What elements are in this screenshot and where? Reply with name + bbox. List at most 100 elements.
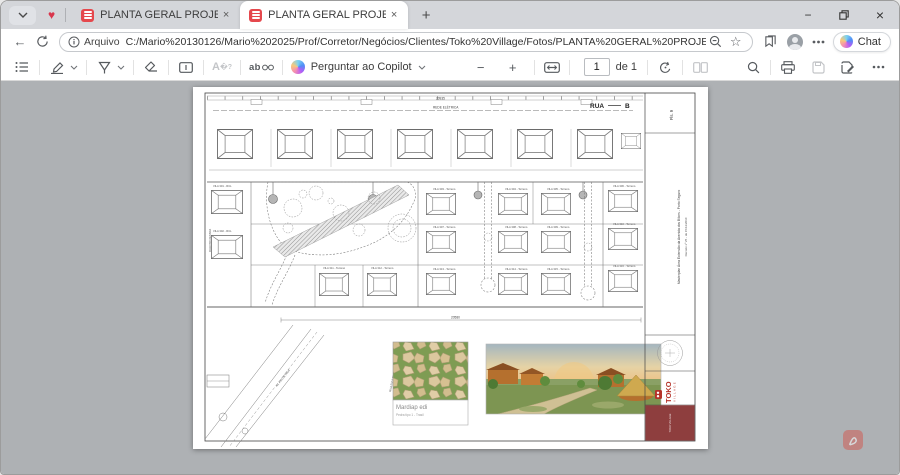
back-button[interactable]: ← [9,31,31,53]
house-symbol [211,190,242,213]
settings-menu-button[interactable] [807,31,831,53]
rotate-button[interactable] [654,56,676,78]
lot-label: VILA 310 - Terreno [613,222,636,226]
draw-dropdown-chevron[interactable] [115,65,127,70]
tab-close-icon[interactable]: × [386,7,402,23]
street-label-b: B [625,103,630,110]
acrobat-extension-badge[interactable] [843,430,863,450]
highlight-button[interactable] [46,56,68,78]
ask-copilot-button[interactable]: Perguntar ao Copilot [291,60,426,74]
tab-divider [65,8,66,22]
tree-symbol [584,243,592,251]
highlight-dropdown-chevron[interactable] [68,65,80,70]
read-aloud-button[interactable]: A�? [210,56,234,78]
zoom-in-button[interactable]: + [502,56,524,78]
window-controls: − × [795,1,893,29]
tab-active[interactable]: PLANTA GERAL PROJETO.pdf × [240,1,408,29]
toko-logo-sub: VILLAGE [672,381,676,402]
lot-label: VILA 302 - RCL [213,229,232,233]
copilot-chat-button[interactable]: Chat [833,32,891,52]
diagonal-roads [205,325,324,447]
restore-button[interactable] [831,4,857,26]
lot-label: VILA 316 - Terreno [613,264,636,268]
lot-label: VILA 306 - Terreno [613,184,636,188]
tree-symbol [388,214,416,242]
house-symbol [577,130,612,159]
house-symbol [277,130,312,159]
tab-close-icon[interactable]: × [218,7,234,23]
lot-label: VILA 304 - Terreno [505,187,528,191]
close-window-button[interactable]: × [867,4,893,26]
zoom-page-icon[interactable] [706,33,726,51]
lot-label: VILA 309 - Terreno [547,225,570,229]
lot-label: VILA 314 - Terreno [505,267,528,271]
tab-search-button[interactable] [9,6,36,25]
park-area [266,182,415,257]
collections-icon[interactable] [759,31,783,53]
house-symbol [457,130,492,159]
pdf-file-icon [249,9,262,22]
top-street: RUA B 20935 REDE ELÉTRICA [207,96,643,111]
copilot-dropdown-chevron[interactable] [418,65,426,70]
dimension-bottom: 20580 [451,316,460,320]
lot-label: VILA 311 - Terreno [323,266,346,270]
house-symbol [397,130,432,159]
erase-button[interactable] [140,56,162,78]
favorite-star-icon[interactable]: ☆ [726,33,746,51]
pdf-viewer-area[interactable]: RUA B 20935 REDE ELÉTRICA [1,81,899,474]
refresh-button[interactable] [31,31,53,53]
pdf-toolbar: A�? ab Perguntar ao Copilot − + de 1 [1,54,899,81]
page-view-button[interactable] [689,56,711,78]
pdf-file-icon [81,9,94,22]
lot-label: VILA 305 - Terreno [547,187,570,191]
tab-strip: ♥ PLANTA GERAL PROJETO.pdf × PLANTA GERA… [1,1,899,29]
pinned-tab-heart-icon[interactable]: ♥ [48,9,55,21]
diagonal-road-label: AV. PROJETADA [274,368,290,387]
add-text-button[interactable] [175,56,197,78]
minimize-button[interactable]: − [795,4,821,26]
house-symbol [337,130,372,159]
table-of-contents-button[interactable] [11,56,33,78]
house-symbol [498,273,527,294]
translate-button[interactable]: ab [247,56,276,78]
url-bar[interactable]: Arquivo C:/Mario%20130126/Mario%202025/P… [59,32,753,52]
save-button[interactable] [807,56,829,78]
titleblock-line2: Decreto nº 25 - de 15/12/2010 [684,217,688,256]
left-road-label: RUA PROJETADA [208,229,212,252]
house-symbol [608,190,637,211]
house-symbol [517,130,552,159]
zoom-out-button[interactable]: − [470,56,492,78]
print-button[interactable] [777,56,799,78]
tree-symbol [284,199,302,217]
save-as-button[interactable] [837,56,859,78]
fit-to-width-button[interactable] [541,56,563,78]
browser-window: ♥ PLANTA GERAL PROJETO.pdf × PLANTA GERA… [0,0,900,475]
tree-symbol [393,219,411,237]
bottom-dimension: 20580 [281,316,641,323]
house-symbol [319,273,348,295]
draw-button[interactable] [93,56,115,78]
tab-inactive[interactable]: PLANTA GERAL PROJETO.pdf × [72,1,240,29]
caption-subtitle: Pedra tipo 1 - Trasil [396,413,424,417]
tree-symbol [484,233,492,241]
copilot-icon [291,60,305,74]
address-bar: ← Arquivo C:/Mario%20130126/Mario%202025… [1,29,899,54]
page-number-input[interactable] [584,58,610,76]
tree-symbol [309,186,323,200]
more-options-button[interactable] [867,56,889,78]
house-symbol [211,235,242,258]
ask-copilot-label: Perguntar ao Copilot [311,61,412,73]
lot-label: VILA 308 - Terreno [505,225,528,229]
house-symbol [367,273,396,295]
house-symbol [541,231,570,252]
house-symbol [608,270,637,291]
profile-avatar[interactable] [783,31,807,53]
tab-title: PLANTA GERAL PROJETO.pdf [268,9,386,21]
search-document-button[interactable] [742,56,764,78]
village-render [486,344,661,414]
lot-label: VILA 315 - Terreno [547,267,570,271]
new-tab-button[interactable]: + [414,3,438,27]
house-symbol [498,231,527,252]
pdf-page: RUA B 20935 REDE ELÉTRICA [193,87,708,449]
house-symbol [498,193,527,214]
